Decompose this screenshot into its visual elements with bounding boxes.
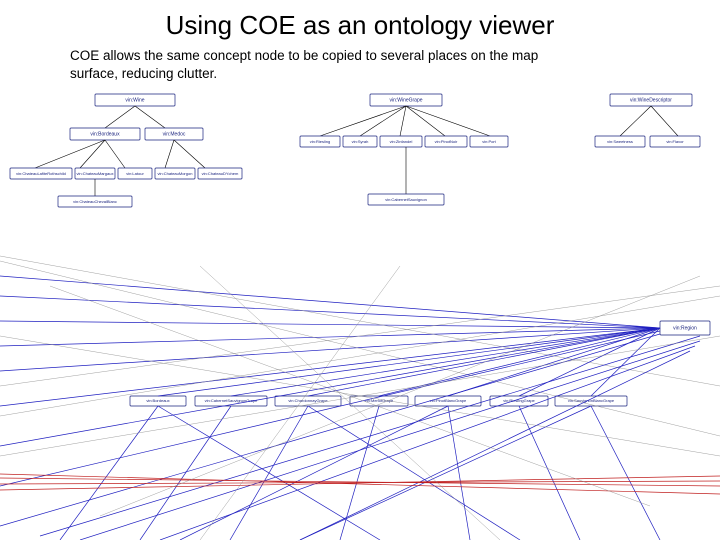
node-label: vin:Bordeaux — [146, 398, 169, 403]
node-label: vin:ChateauMargaux — [77, 171, 114, 176]
cluster-b: vin:WineGrape vin:Riesling vin:Syrah vin… — [300, 94, 508, 205]
node-label: vin:ChateauMorgon — [158, 171, 193, 176]
node-label: vin:Syrah — [352, 139, 369, 144]
node-label: vin:PinotBlancGrape — [430, 398, 467, 403]
node-label: vin:PinotNoir — [435, 139, 458, 144]
node-label: vin:Port — [482, 139, 496, 144]
node-label: vin:Wine — [125, 97, 144, 103]
diagram-canvas: vin:Wine vin:Bordeaux vin:Medoc vin:Chat… — [0, 86, 720, 540]
subtitle: COE allows the same concept node to be c… — [0, 41, 640, 83]
node-label: vin:Sweetness — [607, 139, 633, 144]
node-label: vin:ChateauChevalBlanc — [73, 199, 117, 204]
node-label: vin:Flavor — [666, 139, 684, 144]
node-label: vin:Region — [673, 325, 697, 331]
node-label: vin:Bordeaux — [90, 131, 120, 137]
node-label: vin:CabernetSauvignon — [385, 197, 427, 202]
node-label: vin:Riesling — [310, 139, 330, 144]
node-label: vin:Zinfandel — [390, 139, 413, 144]
node-label: vin:ChateauLafiteRothschild — [16, 171, 66, 176]
cluster-c: vin:WineDescriptor vin:Sweetness vin:Fla… — [595, 94, 700, 147]
node-label: vin:CabernetSauvignonGrape — [205, 398, 258, 403]
bottom-cluttered-graph: vin:Region vin:Bordeaux vin:CabernetSauv… — [0, 256, 720, 540]
page-title: Using COE as an ontology viewer — [0, 0, 720, 41]
node-label: vin:WineDescriptor — [630, 97, 672, 103]
node-label: vin:WineGrape — [389, 97, 422, 103]
node-label: vin:Medoc — [163, 131, 186, 137]
node-label: vin:MerlotGrape — [365, 398, 394, 403]
cluster-a: vin:Wine vin:Bordeaux vin:Medoc vin:Chat… — [10, 94, 242, 207]
ontology-diagram: vin:Wine vin:Bordeaux vin:Medoc vin:Chat… — [0, 86, 720, 540]
node-label: vin:ChateauDYchem — [202, 171, 239, 176]
node-label: vin:Latour — [126, 171, 144, 176]
